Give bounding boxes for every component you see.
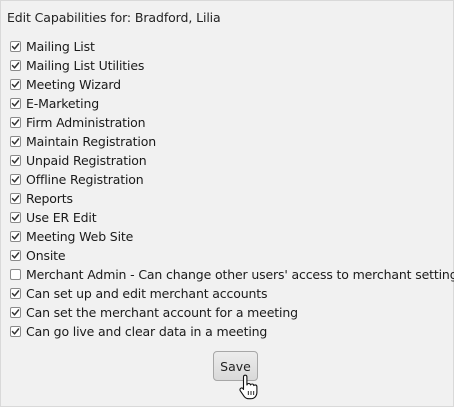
capability-label[interactable]: Unpaid Registration bbox=[26, 153, 147, 168]
capability-label[interactable]: E-Marketing bbox=[26, 96, 99, 111]
checkmark-icon bbox=[11, 214, 20, 221]
capability-checkbox[interactable] bbox=[10, 155, 21, 166]
capability-list: Mailing List Mailing List Utilities Meetin… bbox=[10, 37, 454, 341]
checkmark-icon bbox=[11, 100, 20, 107]
capability-row[interactable]: Reports bbox=[10, 189, 454, 208]
capability-label[interactable]: Meeting Web Site bbox=[26, 229, 133, 244]
capability-label[interactable]: Can set the merchant account for a meeti… bbox=[26, 305, 298, 320]
capability-label[interactable]: Use ER Edit bbox=[26, 210, 97, 225]
capability-checkbox[interactable] bbox=[10, 288, 21, 299]
checkmark-icon bbox=[11, 157, 20, 164]
checkmark-icon bbox=[11, 119, 20, 126]
capability-checkbox[interactable] bbox=[10, 41, 21, 52]
capability-row[interactable]: Onsite bbox=[10, 246, 454, 265]
checkmark-icon bbox=[11, 252, 20, 259]
checkmark-icon bbox=[11, 290, 20, 297]
capability-checkbox[interactable] bbox=[10, 212, 21, 223]
capability-label[interactable]: Onsite bbox=[26, 248, 66, 263]
capability-label[interactable]: Maintain Registration bbox=[26, 134, 156, 149]
page-title: Edit Capabilities for: Bradford, Lilia bbox=[7, 10, 221, 25]
checkmark-icon bbox=[11, 309, 20, 316]
capability-row[interactable]: E-Marketing bbox=[10, 94, 454, 113]
capability-row[interactable]: Firm Administration bbox=[10, 113, 454, 132]
capability-row[interactable]: Meeting Web Site bbox=[10, 227, 454, 246]
capability-checkbox[interactable] bbox=[10, 79, 21, 90]
capability-row[interactable]: Merchant Admin - Can change other users'… bbox=[10, 265, 454, 284]
capability-row[interactable]: Maintain Registration bbox=[10, 132, 454, 151]
capability-checkbox[interactable] bbox=[10, 326, 21, 337]
capability-checkbox[interactable] bbox=[10, 231, 21, 242]
checkmark-icon bbox=[11, 62, 20, 69]
capability-checkbox[interactable] bbox=[10, 307, 21, 318]
capability-row[interactable]: Meeting Wizard bbox=[10, 75, 454, 94]
checkmark-icon bbox=[11, 233, 20, 240]
capability-checkbox[interactable] bbox=[10, 174, 21, 185]
checkmark-icon bbox=[11, 176, 20, 183]
capability-label[interactable]: Merchant Admin - Can change other users'… bbox=[26, 267, 454, 282]
capability-label[interactable]: Reports bbox=[26, 191, 73, 206]
capability-row[interactable]: Offline Registration bbox=[10, 170, 454, 189]
capability-checkbox[interactable] bbox=[10, 269, 21, 280]
capability-label[interactable]: Mailing List bbox=[26, 39, 95, 54]
checkmark-icon bbox=[11, 43, 20, 50]
capability-label[interactable]: Can go live and clear data in a meeting bbox=[26, 324, 267, 339]
capability-checkbox[interactable] bbox=[10, 193, 21, 204]
capability-row[interactable]: Can set up and edit merchant accounts bbox=[10, 284, 454, 303]
capability-checkbox[interactable] bbox=[10, 98, 21, 109]
capability-label[interactable]: Meeting Wizard bbox=[26, 77, 121, 92]
capabilities-panel: Edit Capabilities for: Bradford, Lilia M… bbox=[0, 0, 454, 407]
checkmark-icon bbox=[11, 195, 20, 202]
capability-row[interactable]: Can go live and clear data in a meeting bbox=[10, 322, 454, 341]
capability-label[interactable]: Can set up and edit merchant accounts bbox=[26, 286, 268, 301]
checkmark-icon bbox=[11, 138, 20, 145]
capability-row[interactable]: Mailing List Utilities bbox=[10, 56, 454, 75]
capability-row[interactable]: Can set the merchant account for a meeti… bbox=[10, 303, 454, 322]
capability-checkbox[interactable] bbox=[10, 136, 21, 147]
capability-checkbox[interactable] bbox=[10, 250, 21, 261]
capability-checkbox[interactable] bbox=[10, 117, 21, 128]
capability-label[interactable]: Firm Administration bbox=[26, 115, 146, 130]
capability-label[interactable]: Offline Registration bbox=[26, 172, 144, 187]
hand-pointer-icon bbox=[239, 374, 258, 400]
capability-row[interactable]: Mailing List bbox=[10, 37, 454, 56]
capability-row[interactable]: Use ER Edit bbox=[10, 208, 454, 227]
capability-checkbox[interactable] bbox=[10, 60, 21, 71]
capability-label[interactable]: Mailing List Utilities bbox=[26, 58, 144, 73]
capability-row[interactable]: Unpaid Registration bbox=[10, 151, 454, 170]
checkmark-icon bbox=[11, 328, 20, 335]
checkmark-icon bbox=[11, 81, 20, 88]
